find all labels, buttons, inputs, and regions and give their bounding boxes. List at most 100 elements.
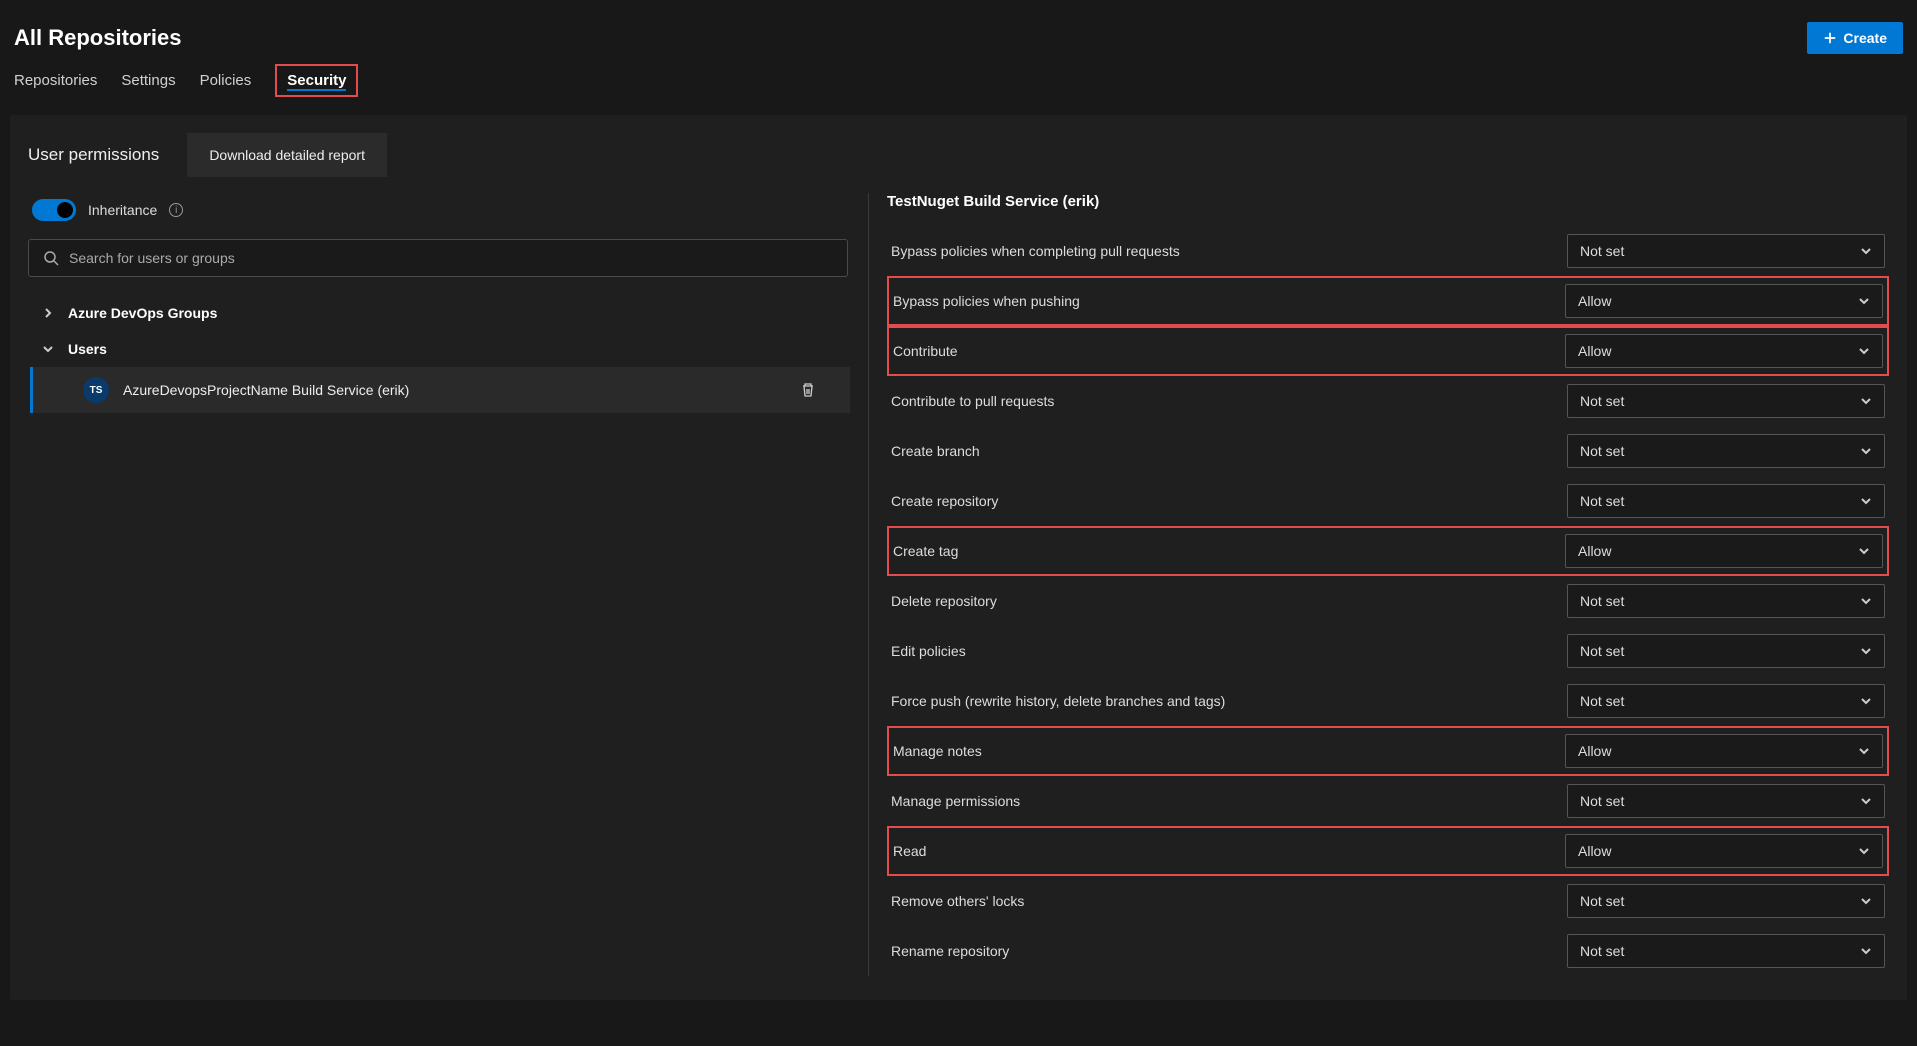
create-button[interactable]: Create <box>1807 22 1903 54</box>
permission-label: Edit policies <box>891 643 966 659</box>
chevron-down-icon <box>1860 445 1872 457</box>
chevron-down-icon <box>1860 245 1872 257</box>
permission-value: Not set <box>1580 643 1624 659</box>
permission-value: Not set <box>1580 893 1624 909</box>
permission-select[interactable]: Allow <box>1565 334 1883 368</box>
permission-label: Create branch <box>891 443 980 459</box>
permission-label: Contribute to pull requests <box>891 393 1054 409</box>
permission-row: Contribute Allow <box>887 326 1889 376</box>
permission-label: Create tag <box>893 543 958 559</box>
create-button-label: Create <box>1843 30 1887 46</box>
groups-header-label: Azure DevOps Groups <box>68 305 217 321</box>
tab-policies[interactable]: Policies <box>200 72 252 97</box>
groups-header-row[interactable]: Azure DevOps Groups <box>28 295 868 331</box>
permission-value: Not set <box>1580 493 1624 509</box>
info-icon[interactable]: i <box>169 203 183 217</box>
permission-label: Bypass policies when pushing <box>893 293 1080 309</box>
search-input[interactable] <box>69 250 833 266</box>
chevron-down-icon <box>1860 895 1872 907</box>
permission-label: Contribute <box>893 343 958 359</box>
permission-row: Manage notes Allow <box>887 726 1889 776</box>
permission-row: Bypass policies when completing pull req… <box>887 226 1889 276</box>
chevron-down-icon <box>1858 745 1870 757</box>
inheritance-label: Inheritance <box>88 202 157 218</box>
permission-select[interactable]: Not set <box>1567 934 1885 968</box>
tab-repositories[interactable]: Repositories <box>14 72 97 97</box>
chevron-down-icon <box>1860 595 1872 607</box>
permission-value: Allow <box>1578 343 1611 359</box>
permission-value: Not set <box>1580 393 1624 409</box>
permission-row: Create branch Not set <box>887 426 1889 476</box>
permission-select[interactable]: Allow <box>1565 834 1883 868</box>
permission-label: Remove others' locks <box>891 893 1024 909</box>
permission-value: Allow <box>1578 543 1611 559</box>
permission-label: Create repository <box>891 493 998 509</box>
chevron-down-icon <box>1858 545 1870 557</box>
permission-row: Edit policies Not set <box>887 626 1889 676</box>
permission-select[interactable]: Allow <box>1565 534 1883 568</box>
chevron-down-icon <box>1860 495 1872 507</box>
page-title: All Repositories <box>14 25 181 51</box>
permission-label: Delete repository <box>891 593 997 609</box>
permission-value: Not set <box>1580 793 1624 809</box>
trash-icon[interactable] <box>800 382 816 398</box>
permission-select[interactable]: Allow <box>1565 284 1883 318</box>
user-name: AzureDevopsProjectName Build Service (er… <box>123 382 786 398</box>
search-icon <box>43 250 59 266</box>
permission-select[interactable]: Not set <box>1567 684 1885 718</box>
permission-row: Manage permissions Not set <box>887 776 1889 826</box>
permission-select[interactable]: Not set <box>1567 634 1885 668</box>
permission-value: Not set <box>1580 243 1624 259</box>
users-header-label: Users <box>68 341 107 357</box>
permission-select[interactable]: Allow <box>1565 734 1883 768</box>
permission-value: Not set <box>1580 443 1624 459</box>
tab-settings[interactable]: Settings <box>121 72 175 97</box>
permission-label: Manage permissions <box>891 793 1020 809</box>
plus-icon <box>1823 31 1837 45</box>
permission-row: Remove others' locks Not set <box>887 876 1889 926</box>
permission-select[interactable]: Not set <box>1567 784 1885 818</box>
permission-label: Bypass policies when completing pull req… <box>891 243 1180 259</box>
download-report-button[interactable]: Download detailed report <box>187 133 387 177</box>
chevron-down-icon <box>1858 295 1870 307</box>
permission-label: Read <box>893 843 926 859</box>
permission-select[interactable]: Not set <box>1567 884 1885 918</box>
permission-value: Not set <box>1580 693 1624 709</box>
user-permissions-title: User permissions <box>28 145 159 165</box>
permission-row: Force push (rewrite history, delete bran… <box>887 676 1889 726</box>
permission-select[interactable]: Not set <box>1567 584 1885 618</box>
permission-row: Create tag Allow <box>887 526 1889 576</box>
chevron-down-icon <box>1860 695 1872 707</box>
user-list-item[interactable]: TS AzureDevopsProjectName Build Service … <box>30 367 850 413</box>
permission-row: Delete repository Not set <box>887 576 1889 626</box>
permission-value: Allow <box>1578 843 1611 859</box>
inheritance-toggle[interactable] <box>32 199 76 221</box>
permission-row: Bypass policies when pushing Allow <box>887 276 1889 326</box>
search-box[interactable] <box>28 239 848 277</box>
chevron-down-icon <box>1860 395 1872 407</box>
permission-row: Contribute to pull requests Not set <box>887 376 1889 426</box>
permission-label: Rename repository <box>891 943 1009 959</box>
permission-row: Create repository Not set <box>887 476 1889 526</box>
chevron-down-icon <box>1858 845 1870 857</box>
chevron-down-icon <box>42 343 54 355</box>
permission-value: Allow <box>1578 293 1611 309</box>
chevron-right-icon <box>42 307 54 319</box>
avatar: TS <box>83 377 109 403</box>
permission-select[interactable]: Not set <box>1567 484 1885 518</box>
permission-value: Allow <box>1578 743 1611 759</box>
tab-security[interactable]: Security <box>275 64 358 97</box>
permission-label: Manage notes <box>893 743 982 759</box>
permission-row: Rename repository Not set <box>887 926 1889 976</box>
users-header-row[interactable]: Users <box>28 331 868 367</box>
chevron-down-icon <box>1860 795 1872 807</box>
chevron-down-icon <box>1860 945 1872 957</box>
principal-name: TestNuget Build Service (erik) <box>887 193 1889 210</box>
permission-select[interactable]: Not set <box>1567 234 1885 268</box>
chevron-down-icon <box>1858 345 1870 357</box>
permission-select[interactable]: Not set <box>1567 384 1885 418</box>
permission-value: Not set <box>1580 943 1624 959</box>
permission-label: Force push (rewrite history, delete bran… <box>891 693 1225 709</box>
permission-value: Not set <box>1580 593 1624 609</box>
permission-select[interactable]: Not set <box>1567 434 1885 468</box>
